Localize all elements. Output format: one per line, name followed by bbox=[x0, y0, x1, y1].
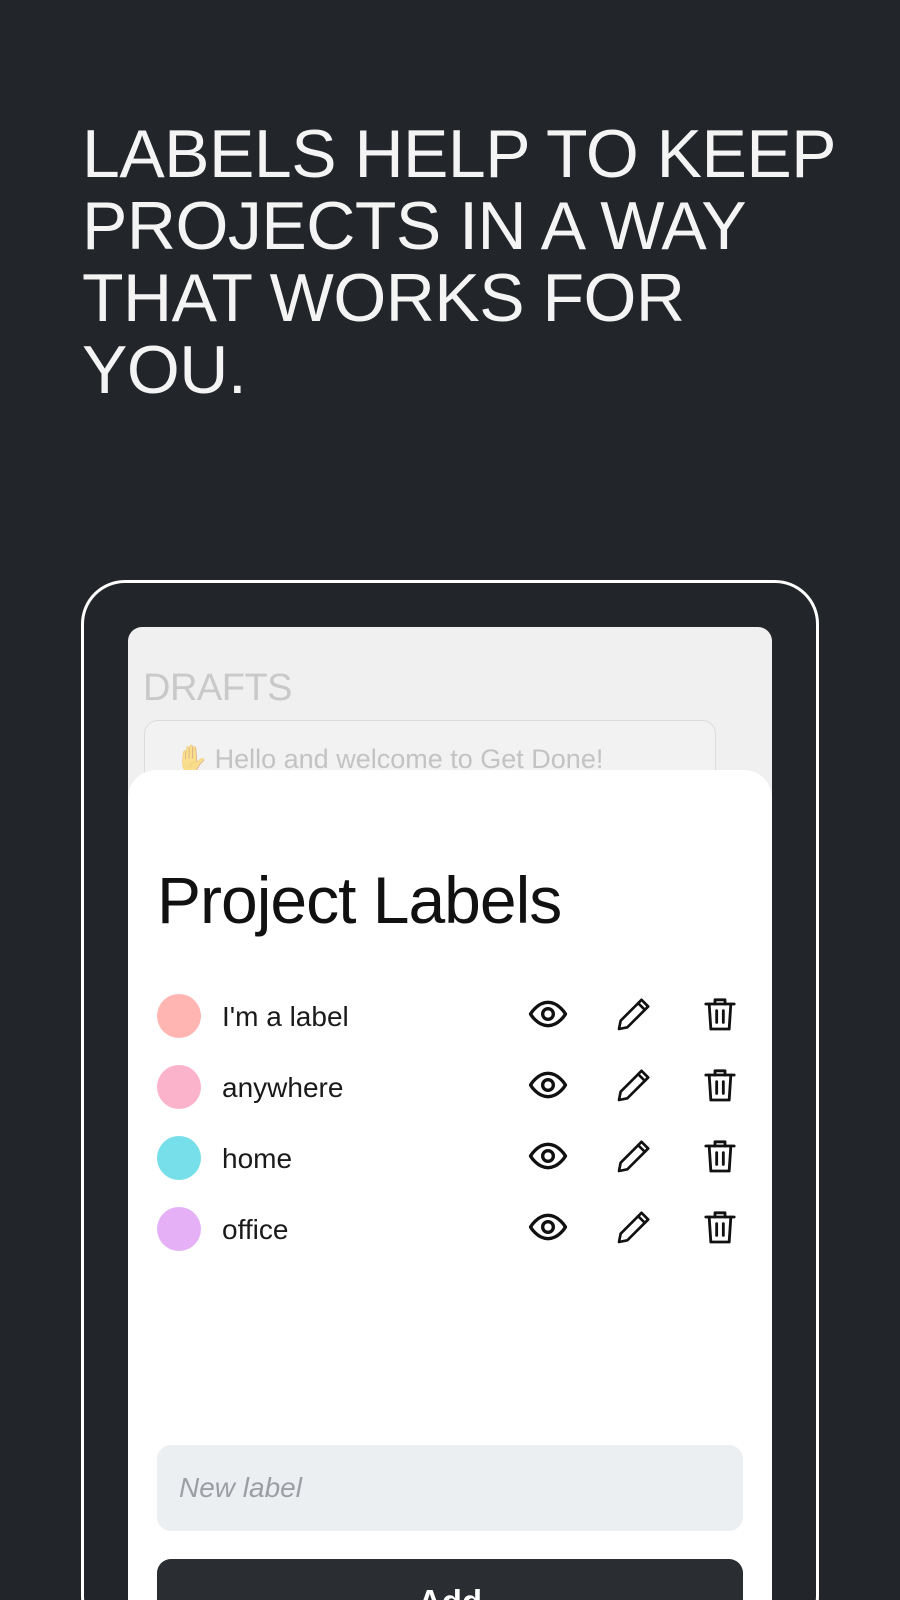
app-screen: DRAFTS ✋ Hello and welcome to Get Done! P… bbox=[128, 627, 772, 1600]
sheet-title: Project Labels bbox=[157, 863, 562, 937]
add-label-button[interactable]: Add bbox=[157, 1559, 743, 1600]
toggle-visibility-button[interactable] bbox=[525, 1064, 571, 1110]
eye-icon bbox=[528, 1136, 568, 1181]
eye-icon bbox=[528, 1065, 568, 1110]
delete-label-button[interactable] bbox=[697, 1206, 743, 1252]
pencil-icon bbox=[614, 1065, 654, 1110]
toggle-visibility-button[interactable] bbox=[525, 1206, 571, 1252]
label-color-dot[interactable] bbox=[157, 1207, 201, 1251]
toggle-visibility-button[interactable] bbox=[525, 1135, 571, 1181]
new-label-input[interactable] bbox=[157, 1445, 743, 1531]
edit-label-button[interactable] bbox=[611, 1135, 657, 1181]
label-row: office bbox=[157, 1200, 747, 1260]
headline: LABELS HELP TO KEEP PROJECTS IN A WAY TH… bbox=[82, 116, 835, 408]
pencil-icon bbox=[614, 1136, 654, 1181]
project-labels-sheet: Project Labels I'm a label anywhere home of… bbox=[128, 770, 772, 1600]
trash-icon bbox=[700, 994, 740, 1039]
label-row: home bbox=[157, 1129, 747, 1189]
eye-icon bbox=[528, 994, 568, 1039]
edit-label-button[interactable] bbox=[611, 993, 657, 1039]
delete-label-button[interactable] bbox=[697, 1064, 743, 1110]
label-name: I'm a label bbox=[222, 1001, 349, 1032]
trash-icon bbox=[700, 1207, 740, 1252]
label-name: office bbox=[222, 1214, 289, 1245]
pencil-icon bbox=[614, 1207, 654, 1252]
label-color-dot[interactable] bbox=[157, 1136, 201, 1180]
edit-label-button[interactable] bbox=[611, 1206, 657, 1252]
label-row: I'm a label bbox=[157, 987, 747, 1047]
label-name: anywhere bbox=[222, 1072, 344, 1103]
drafts-section-title: DRAFTS bbox=[143, 667, 293, 709]
label-color-dot[interactable] bbox=[157, 1065, 201, 1109]
toggle-visibility-button[interactable] bbox=[525, 993, 571, 1039]
delete-label-button[interactable] bbox=[697, 1135, 743, 1181]
edit-label-button[interactable] bbox=[611, 1064, 657, 1110]
delete-label-button[interactable] bbox=[697, 993, 743, 1039]
label-row: anywhere bbox=[157, 1058, 747, 1118]
pencil-icon bbox=[614, 994, 654, 1039]
label-name: home bbox=[222, 1143, 293, 1174]
trash-icon bbox=[700, 1136, 740, 1181]
trash-icon bbox=[700, 1065, 740, 1110]
eye-icon bbox=[528, 1207, 568, 1252]
label-color-dot[interactable] bbox=[157, 994, 201, 1038]
